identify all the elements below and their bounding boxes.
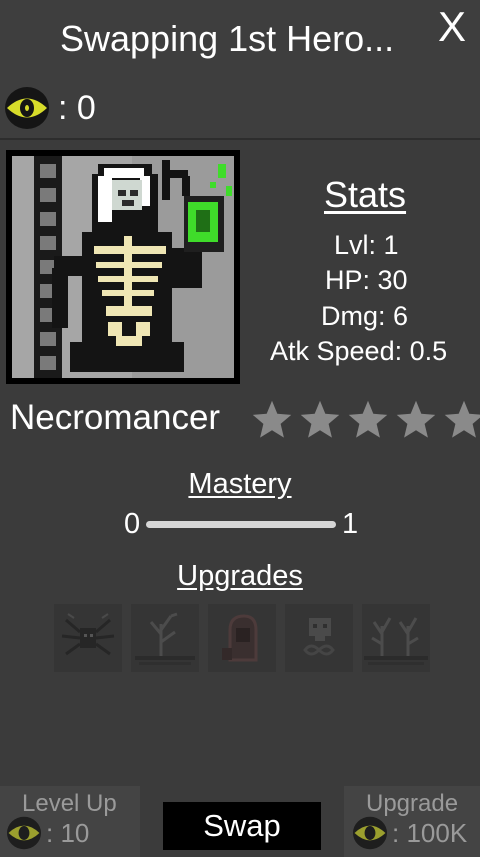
spider-skull-icon bbox=[61, 613, 115, 656]
upgrade-cost: : 100K bbox=[352, 816, 467, 850]
upgrade-slot[interactable] bbox=[54, 604, 122, 672]
swap-button[interactable]: Swap bbox=[163, 802, 321, 850]
page-title: Swapping 1st Hero... bbox=[60, 18, 395, 59]
header-divider bbox=[0, 138, 480, 140]
level-up-button[interactable]: Level Up : 10 bbox=[0, 786, 140, 857]
stat-damage: Dmg: 6 bbox=[321, 301, 409, 331]
hero-rating bbox=[250, 398, 480, 442]
level-up-label: Level Up bbox=[22, 790, 117, 817]
hero-portrait bbox=[6, 150, 240, 384]
mastery-bar bbox=[146, 521, 336, 528]
currency-display: : 0 bbox=[4, 86, 96, 130]
star-icon bbox=[300, 400, 340, 438]
eye-coin-icon bbox=[353, 816, 387, 850]
skull-infinity-icon bbox=[303, 618, 335, 656]
star-icon bbox=[444, 400, 480, 438]
stat-level: Lvl: 1 bbox=[334, 230, 399, 260]
mastery-min: 0 bbox=[124, 508, 141, 540]
stats-title: Stats bbox=[324, 174, 407, 215]
eye-coin-icon bbox=[7, 816, 41, 850]
level-up-cost: : 10 bbox=[6, 816, 89, 850]
hero-name: Necromancer bbox=[10, 398, 221, 437]
mastery-progress: 0 1 bbox=[124, 508, 364, 542]
mastery-title: Mastery bbox=[188, 468, 292, 500]
upgrade-slot[interactable] bbox=[208, 604, 276, 672]
upgrade-slot[interactable] bbox=[362, 604, 430, 672]
hooded-figure-icon bbox=[222, 614, 258, 662]
upgrade-slots bbox=[54, 604, 430, 672]
stat-hp: HP: 30 bbox=[325, 265, 408, 295]
necromancer-skeleton-icon bbox=[12, 156, 234, 378]
upgrade-slot[interactable] bbox=[131, 604, 199, 672]
upgrade-slot[interactable] bbox=[285, 604, 353, 672]
level-up-cost-value: : 10 bbox=[46, 817, 90, 848]
dead-tree-icon bbox=[135, 612, 195, 665]
upgrades-title: Upgrades bbox=[177, 560, 303, 592]
twin-dead-trees-icon bbox=[364, 617, 428, 665]
stat-attack-speed: Atk Speed: 0.5 bbox=[270, 336, 448, 366]
upgrade-label: Upgrade bbox=[366, 790, 459, 817]
eye-coin-icon bbox=[5, 87, 49, 129]
mastery-max: 1 bbox=[342, 508, 359, 540]
close-button[interactable]: X bbox=[438, 6, 466, 48]
header-bar: Swapping 1st Hero... X : 0 bbox=[0, 0, 480, 140]
star-icon bbox=[348, 400, 388, 438]
currency-value: : 0 bbox=[58, 88, 96, 127]
upgrade-cost-value: : 100K bbox=[392, 817, 468, 848]
star-icon bbox=[396, 400, 436, 438]
upgrade-button[interactable]: Upgrade : 100K bbox=[344, 786, 480, 857]
star-icon bbox=[252, 400, 292, 438]
